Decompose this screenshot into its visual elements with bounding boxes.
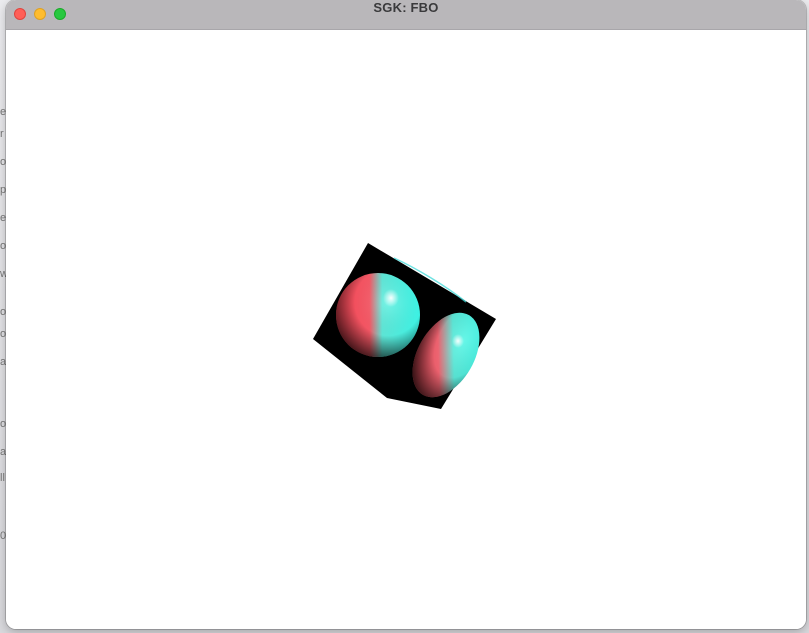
app-window: SGK: FBO: [6, 0, 806, 629]
large-sphere: [336, 273, 420, 357]
rendered-scene: [313, 243, 496, 409]
window-titlebar[interactable]: SGK: FBO: [6, 0, 806, 30]
window-title: SGK: FBO: [373, 0, 439, 15]
render-canvas[interactable]: [6, 30, 806, 629]
